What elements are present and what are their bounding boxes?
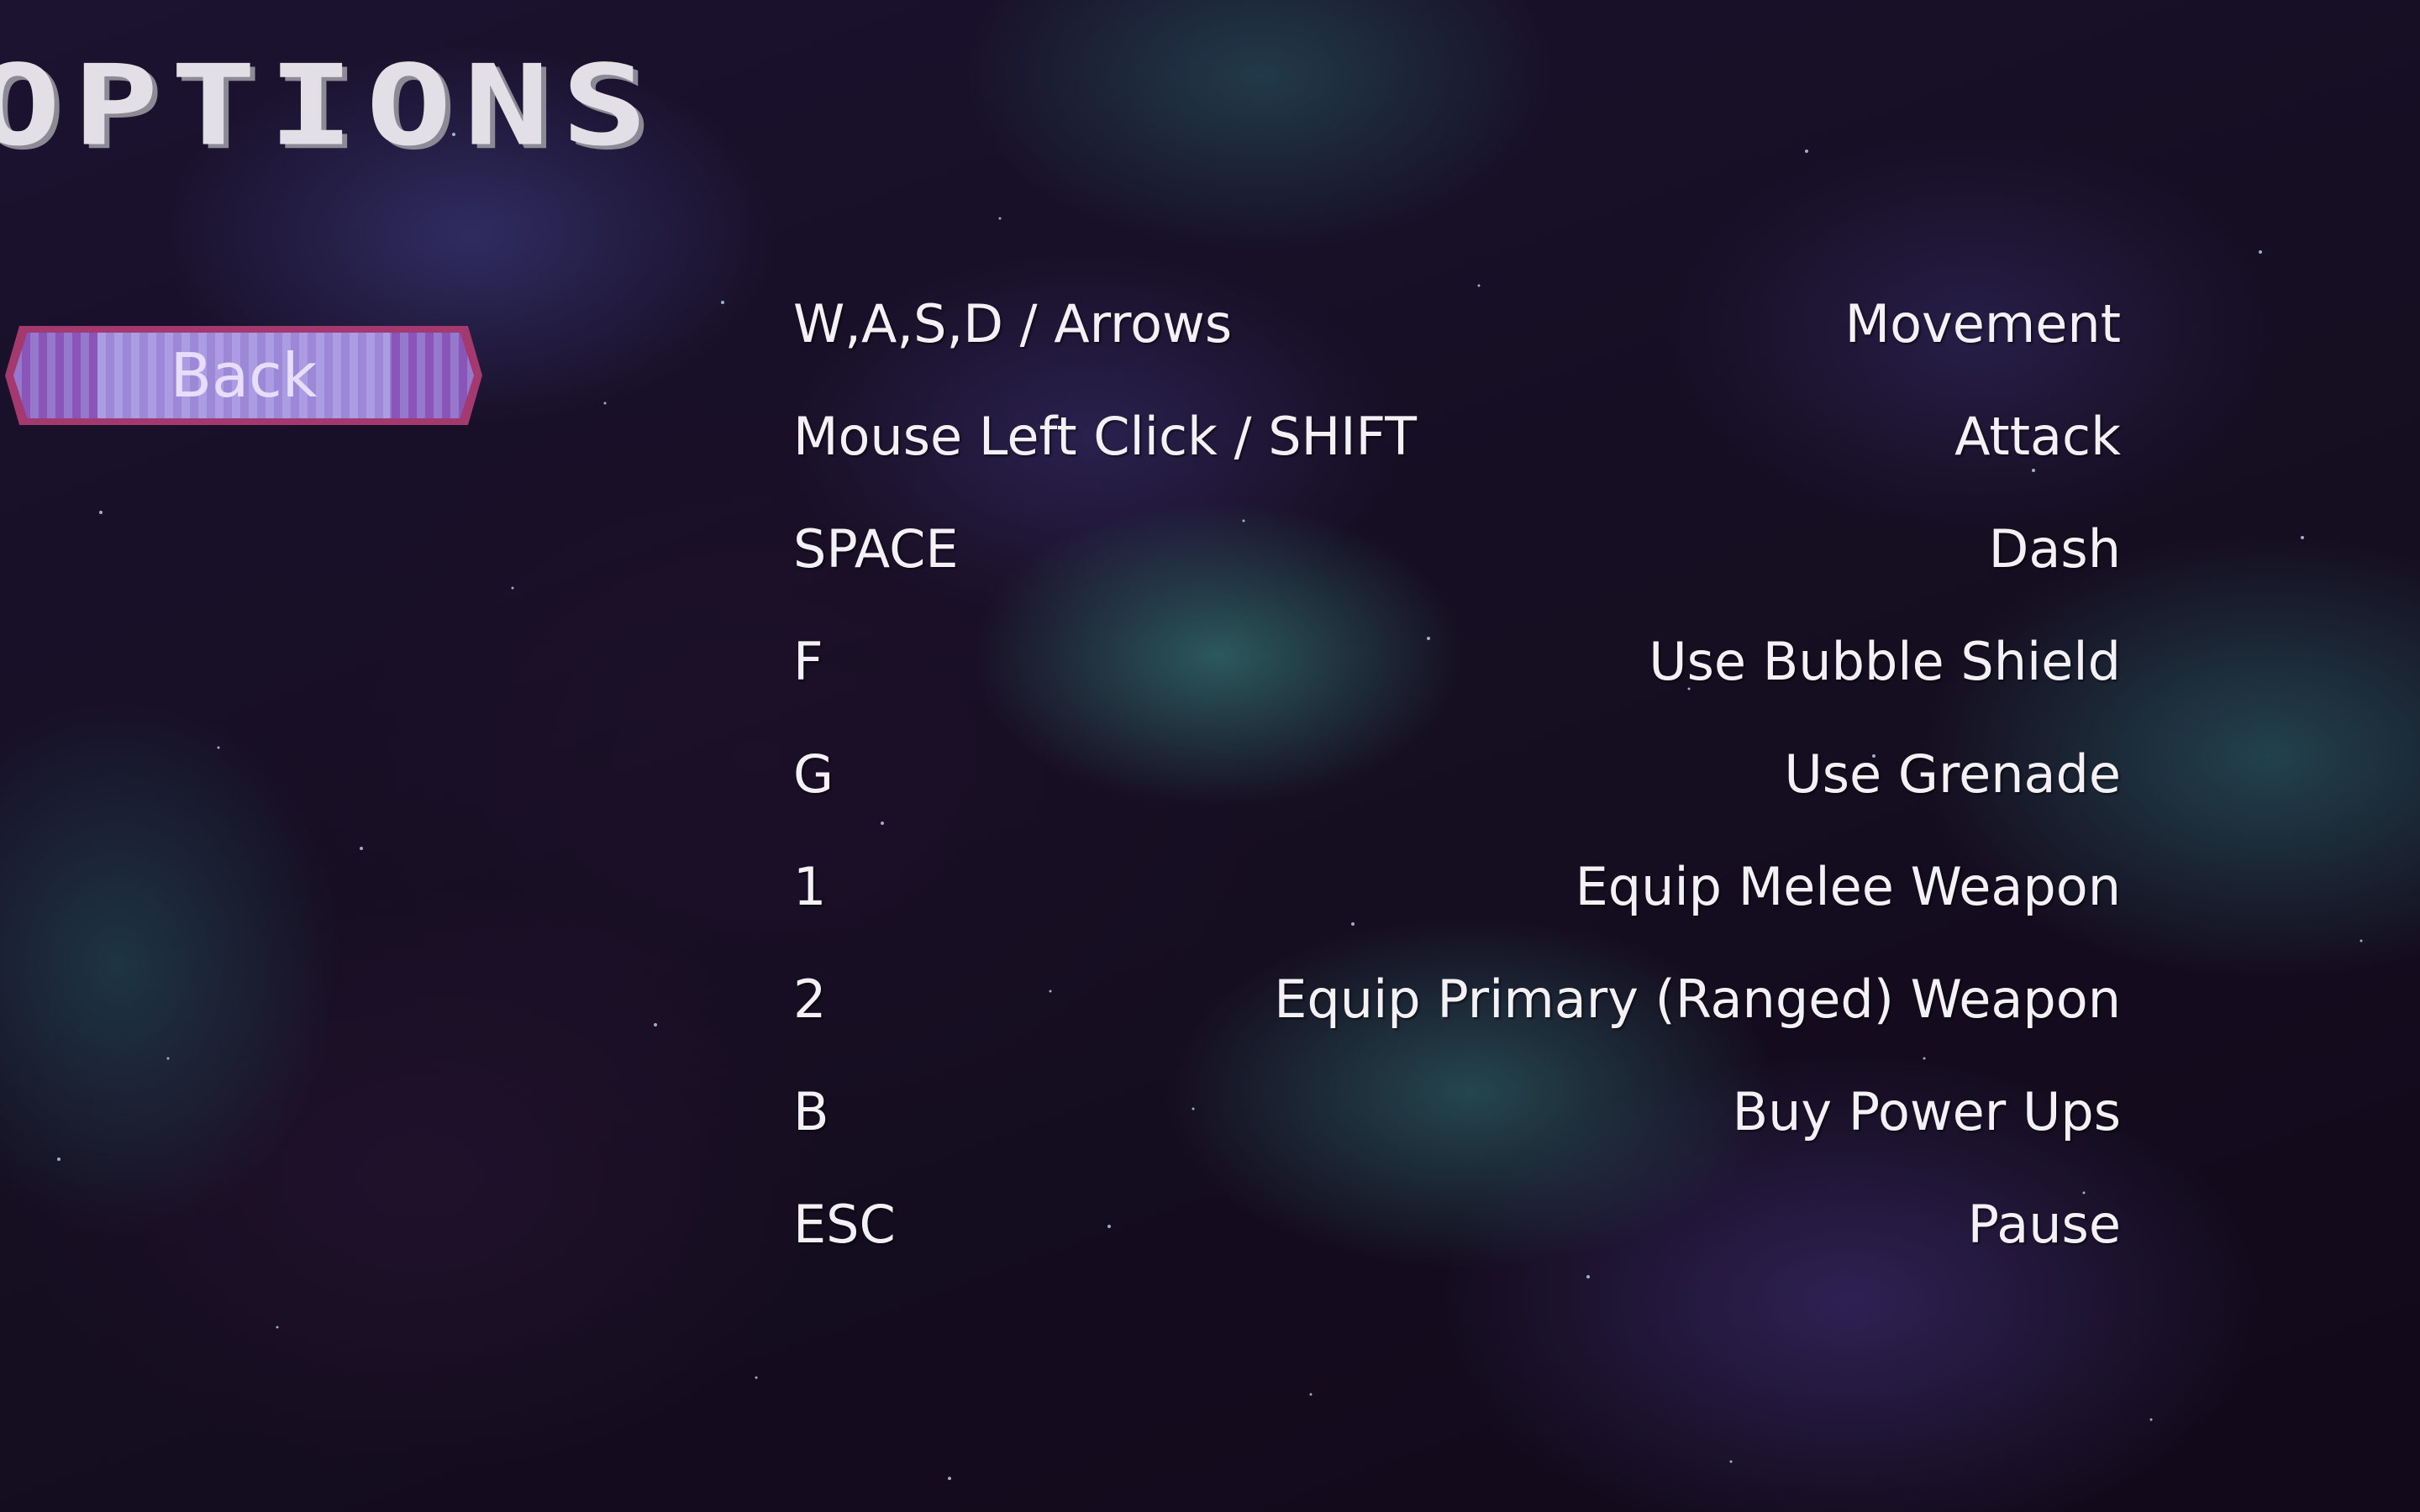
control-key: SPACE xyxy=(793,517,959,580)
control-key: B xyxy=(793,1080,829,1142)
control-row: 1 Equip Melee Weapon xyxy=(793,830,2121,942)
control-action: Equip Primary (Ranged) Weapon xyxy=(1274,968,2121,1030)
control-action: Attack xyxy=(1954,405,2121,467)
control-key: F xyxy=(793,630,823,692)
control-row: SPACE Dash xyxy=(793,492,2121,605)
control-row: Mouse Left Click / SHIFT Attack xyxy=(793,380,2121,492)
control-row: ESC Pause xyxy=(793,1168,2121,1280)
control-key: W,A,S,D / Arrows xyxy=(793,292,1233,354)
control-key: 2 xyxy=(793,968,827,1030)
control-row: B Buy Power Ups xyxy=(793,1055,2121,1168)
control-action: Use Bubble Shield xyxy=(1649,630,2121,692)
control-row: W,A,S,D / Arrows Movement xyxy=(793,267,2121,380)
control-key: G xyxy=(793,743,834,805)
control-action: Movement xyxy=(1844,292,2121,354)
control-row: F Use Bubble Shield xyxy=(793,605,2121,717)
control-action: Equip Melee Weapon xyxy=(1575,855,2121,917)
page-title: OPTIONS xyxy=(0,41,660,171)
control-action: Pause xyxy=(1967,1193,2121,1255)
back-button[interactable]: Back xyxy=(5,326,482,425)
control-key: ESC xyxy=(793,1193,896,1255)
control-action: Use Grenade xyxy=(1784,743,2121,805)
control-action: Buy Power Ups xyxy=(1732,1080,2121,1142)
control-key: Mouse Left Click / SHIFT xyxy=(793,405,1417,467)
control-row: G Use Grenade xyxy=(793,717,2121,830)
back-button-label: Back xyxy=(170,340,318,411)
control-key: 1 xyxy=(793,855,827,917)
control-row: 2 Equip Primary (Ranged) Weapon xyxy=(793,942,2121,1055)
control-action: Dash xyxy=(1988,517,2121,580)
controls-list: W,A,S,D / Arrows Movement Mouse Left Cli… xyxy=(793,267,2121,1280)
